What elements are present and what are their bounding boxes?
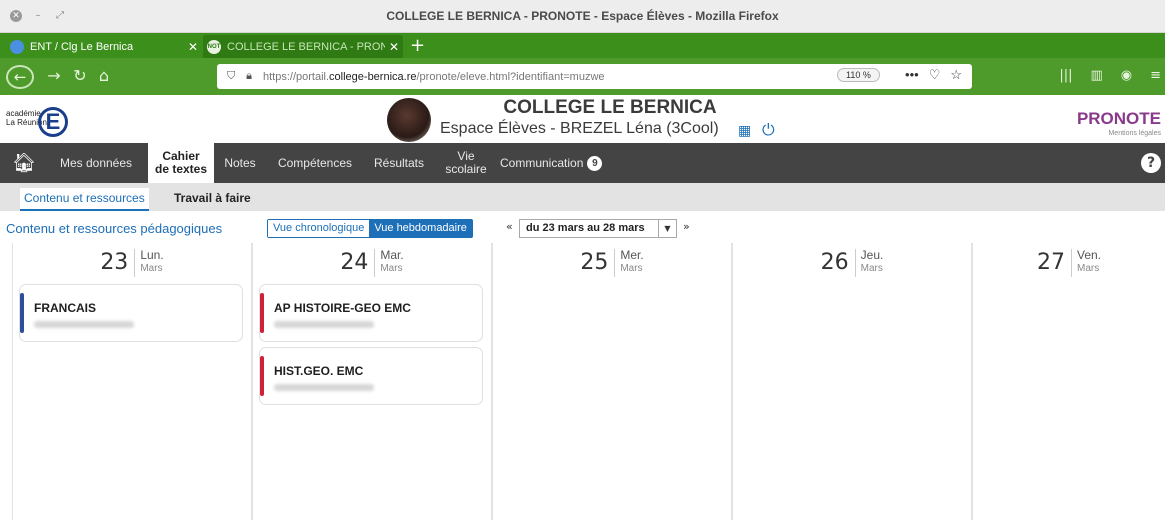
day-column-monday: 23 Lun. Mars FRANCAIS [12, 243, 252, 520]
pocket-icon[interactable]: ♡ [929, 67, 941, 83]
tab-bar: ENT / Clg Le Bernica ✕ NOT COLLEGE LE BE… [0, 33, 1165, 58]
teacher-name-blurred [34, 321, 134, 328]
window-titlebar: ✕ – ⤢ COLLEGE LE BERNICA - PRONOTE - Esp… [0, 0, 1165, 33]
power-icon[interactable]: ⏻ [762, 121, 780, 139]
day-name: Jeu. Mars [860, 248, 884, 275]
teacher-name-blurred [274, 384, 374, 391]
tab-travail-a-faire[interactable]: Travail à faire [170, 188, 255, 211]
date-range-select[interactable]: du 23 mars au 28 mars [519, 219, 659, 238]
day-column-wednesday: 25 Mer. Mars [492, 243, 732, 520]
pronote-header: académie La Réunion E COLLEGE LE BERNICA… [0, 95, 1165, 143]
zoom-indicator[interactable]: 110 % [837, 68, 880, 82]
shield-icon[interactable]: ⛉ [227, 70, 241, 83]
main-menu: 🏠︎ Mes données Cahier de textes Notes Com… [0, 143, 1165, 183]
tab-pronote[interactable]: NOT COLLEGE LE BERNICA - PRON ✕ [203, 35, 403, 58]
nav-bar: ← → ↻ ⌂ ⛉ 🔒︎ https://portail.college-ber… [0, 58, 1165, 95]
pronote-favicon-icon: NOT [207, 39, 221, 54]
menu-notes[interactable]: Notes [220, 143, 260, 183]
qr-code-icon[interactable]: ▦ [738, 123, 754, 139]
day-name: Mar. Mars [380, 248, 404, 275]
url-actions: ••• ♡ ☆ [905, 67, 962, 83]
course-card-hist-geo[interactable]: HIST.GEO. EMC [259, 347, 483, 405]
course-title: FRANCAIS [34, 301, 96, 315]
tab-ent[interactable]: ENT / Clg Le Bernica ✕ [6, 35, 202, 58]
user-space: Espace Élèves - BREZEL Léna (3Cool) [440, 120, 719, 137]
day-name: Ven. Mars [1076, 248, 1102, 275]
day-number: 26 [821, 249, 856, 277]
day-number: 23 [100, 249, 136, 277]
course-card-francais[interactable]: FRANCAIS [19, 284, 243, 342]
tab-label: ENT / Clg Le Bernica [30, 40, 134, 53]
menu-cahier-de-textes[interactable]: Cahier de textes [148, 143, 214, 183]
teacher-name-blurred [274, 321, 374, 328]
home-icon[interactable]: ⌂ [94, 65, 114, 87]
day-name: Mer. Mars [620, 248, 644, 275]
toolbar-icons: ||| ▥ ◉ ≡ [1059, 68, 1165, 83]
day-header: 25 Mer. Mars [493, 249, 731, 277]
mentions-link[interactable]: Mentions légales [1108, 130, 1161, 137]
view-chrono-button[interactable]: Vue chronologique [268, 220, 370, 237]
pronote-logo: PRONOTE [1076, 109, 1161, 128]
day-column-thursday: 26 Jeu. Mars [732, 243, 972, 520]
chevron-down-icon[interactable]: ▼ [659, 219, 677, 238]
day-column-tuesday: 24 Mar. Mars AP HISTOIRE-GEO EMC HIST.GEO… [252, 243, 492, 520]
back-icon[interactable]: ← [6, 65, 34, 89]
day-header: 24 Mar. Mars [253, 249, 491, 277]
tab-label: COLLEGE LE BERNICA - PRON [227, 40, 385, 53]
new-tab-icon[interactable]: + [410, 35, 425, 57]
reload-icon[interactable]: ↻ [70, 65, 90, 87]
content-toolbar: Contenu et ressources pédagogiques Vue c… [0, 215, 1165, 243]
menu-competences[interactable]: Compétences [268, 143, 362, 183]
forward-icon[interactable]: → [44, 65, 64, 87]
tab-close-icon[interactable]: ✕ [385, 40, 403, 54]
day-header: 23 Lun. Mars [13, 249, 251, 277]
course-color-bar [260, 293, 264, 333]
lock-icon[interactable]: 🔒︎ [241, 70, 257, 83]
course-title: AP HISTOIRE-GEO EMC [274, 301, 411, 315]
day-header: 26 Jeu. Mars [733, 249, 971, 277]
tab-close-icon[interactable]: ✕ [184, 40, 202, 54]
help-icon[interactable]: ? [1141, 153, 1161, 173]
day-number: 24 [340, 249, 376, 277]
url-bar[interactable]: ⛉ 🔒︎ https://portail.college-bernica.re/… [217, 64, 972, 89]
tab-contenu-ressources[interactable]: Contenu et ressources [20, 188, 149, 211]
course-title: HIST.GEO. EMC [274, 364, 364, 378]
library-icon[interactable]: ||| [1059, 68, 1072, 83]
page-title: Contenu et ressources pédagogiques [6, 221, 223, 236]
day-number: 27 [1037, 249, 1072, 277]
more-icon[interactable]: ••• [905, 67, 919, 83]
menu-icon[interactable]: ≡ [1150, 68, 1161, 83]
school-name: COLLEGE LE BERNICA [503, 97, 717, 118]
view-weekly-button[interactable]: Vue hebdomadaire [369, 220, 472, 237]
course-card-ap-histoire-geo[interactable]: AP HISTOIRE-GEO EMC [259, 284, 483, 342]
course-color-bar [260, 356, 264, 396]
menu-resultats[interactable]: Résultats [366, 143, 432, 183]
menu-mes-donnees[interactable]: Mes données [52, 143, 140, 183]
view-switch: Vue chronologique Vue hebdomadaire [267, 219, 473, 238]
sub-menu: Contenu et ressources Travail à faire [0, 183, 1165, 211]
week-grid: 23 Lun. Mars FRANCAIS 24 Mar. Mars AP HIST… [12, 243, 1165, 520]
notification-badge: 9 [587, 155, 603, 171]
day-number: 25 [580, 249, 616, 277]
account-icon[interactable]: ◉ [1121, 68, 1132, 83]
url-text[interactable]: https://portail.college-bernica.re/prono… [263, 71, 605, 83]
menu-vie-scolaire[interactable]: Vie scolaire [436, 143, 496, 183]
next-week-icon[interactable]: » [683, 220, 690, 233]
day-column-friday: 27 Ven. Mars [972, 243, 1165, 520]
window-title: COLLEGE LE BERNICA - PRONOTE - Espace Él… [386, 9, 779, 23]
day-header: 27 Ven. Mars [973, 249, 1165, 277]
day-name: Lun. Mars [140, 248, 164, 275]
star-icon[interactable]: ☆ [950, 67, 962, 83]
academie-e-icon: E [38, 107, 68, 137]
avatar[interactable] [387, 98, 431, 142]
course-color-bar [20, 293, 24, 333]
menu-communication[interactable]: Communication 9 [500, 143, 630, 183]
previous-week-icon[interactable]: « [506, 220, 513, 233]
ent-favicon-icon [10, 39, 24, 54]
sidebar-icon[interactable]: ▥ [1090, 68, 1102, 83]
home-icon[interactable]: 🏠︎ [12, 151, 36, 174]
